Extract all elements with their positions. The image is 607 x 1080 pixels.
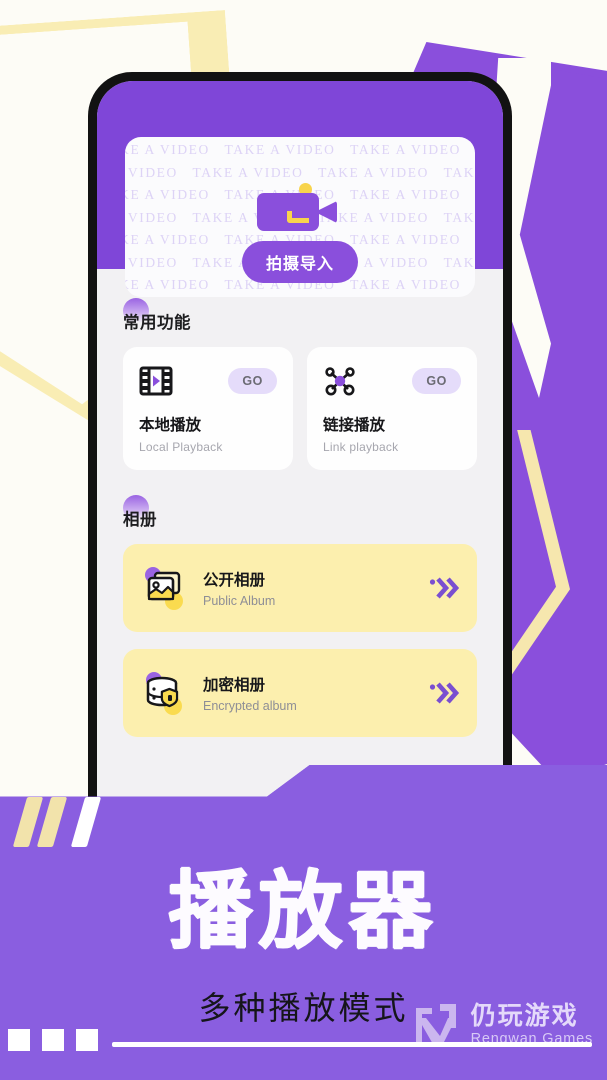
film-strip-play-icon: [139, 366, 173, 396]
album-row-public[interactable]: 公开相册 Public Album: [123, 544, 477, 632]
card-title-link: 链接播放: [323, 417, 386, 434]
double-chevron-right-icon[interactable]: [429, 679, 459, 707]
photo-stack-icon: [141, 565, 187, 611]
album-title-public: 公开相册: [203, 572, 266, 589]
decor-square-1: [8, 1029, 30, 1051]
album-row-encrypted[interactable]: 加密相册 Encrypted album: [123, 649, 477, 737]
card-subtitle-link: Link playback: [323, 440, 399, 454]
album-text-encrypted: 加密相册 Encrypted album: [203, 673, 429, 713]
double-chevron-right-icon[interactable]: [429, 574, 459, 602]
brand-logo-text: 仍玩游戏 Rengwan Games: [471, 1002, 593, 1047]
section-title-common: 常用功能: [123, 314, 191, 332]
decor-horizontal-line: [112, 1042, 592, 1047]
banner-title: 播放器: [168, 862, 439, 960]
brand-name-cn: 仍玩游戏: [470, 1001, 579, 1030]
card-top-row: GO: [323, 365, 461, 397]
card-top-row: GO: [139, 365, 277, 397]
album-text-public: 公开相册 Public Album: [203, 568, 429, 608]
phone-screen: TAKE A VIDEO TAKE A VIDEO TAKE A VIDEO T…: [97, 81, 503, 812]
watermark-line: TAKE A VIDEO TAKE A VIDEO TAKE A VIDEO T…: [125, 142, 475, 157]
network-nodes-icon: [325, 367, 355, 396]
go-badge-local[interactable]: GO: [228, 368, 277, 394]
album-subtitle-encrypted: Encrypted album: [203, 699, 297, 713]
go-badge-link[interactable]: GO: [412, 368, 461, 394]
card-local-playback[interactable]: GO 本地播放 Local Playback: [123, 347, 293, 470]
section-header-common: 常用功能: [97, 298, 503, 333]
section-header-albums: 相册: [97, 495, 503, 530]
phone-mockup-frame: TAKE A VIDEO TAKE A VIDEO TAKE A VIDEO T…: [88, 72, 512, 812]
album-row-list: 公开相册 Public Album 加密相册 Encrypted album: [97, 544, 503, 737]
capture-import-button[interactable]: 拍摄导入: [241, 241, 359, 283]
album-subtitle-public: Public Album: [203, 594, 276, 608]
card-link-playback[interactable]: GO 链接播放 Link playback: [307, 347, 477, 470]
card-title-local: 本地播放: [139, 417, 202, 434]
camera-bracket: [287, 211, 309, 223]
watermark-line: TAKE A VIDEO TAKE A VIDEO TAKE A VIDEO T…: [125, 297, 475, 298]
decor-square-3: [76, 1029, 98, 1051]
video-camera-icon: [257, 183, 343, 231]
album-title-encrypted: 加密相册: [203, 677, 266, 694]
card-subtitle-local: Local Playback: [139, 440, 223, 454]
watermark-line: TAKE A VIDEO TAKE A VIDEO TAKE A VIDEO T…: [125, 164, 475, 180]
decor-square-2: [42, 1029, 64, 1051]
function-card-list: GO 本地播放 Local Playback GO 链接播放 Link play…: [97, 347, 503, 470]
section-common-functions: 常用功能 GO 本地播放 Local Playback GO 链接播放 Link…: [97, 298, 503, 470]
section-title-albums: 相册: [123, 511, 157, 529]
hero-card: TAKE A VIDEO TAKE A VIDEO TAKE A VIDEO T…: [125, 137, 475, 297]
section-albums: 相册 公开相册 Public Album 加密相册 Encrypted albu…: [97, 495, 503, 737]
promo-banner: 播放器 多种播放模式 仍玩游戏 Rengwan Games: [0, 765, 607, 1080]
encrypted-database-lock-icon: [141, 670, 187, 716]
